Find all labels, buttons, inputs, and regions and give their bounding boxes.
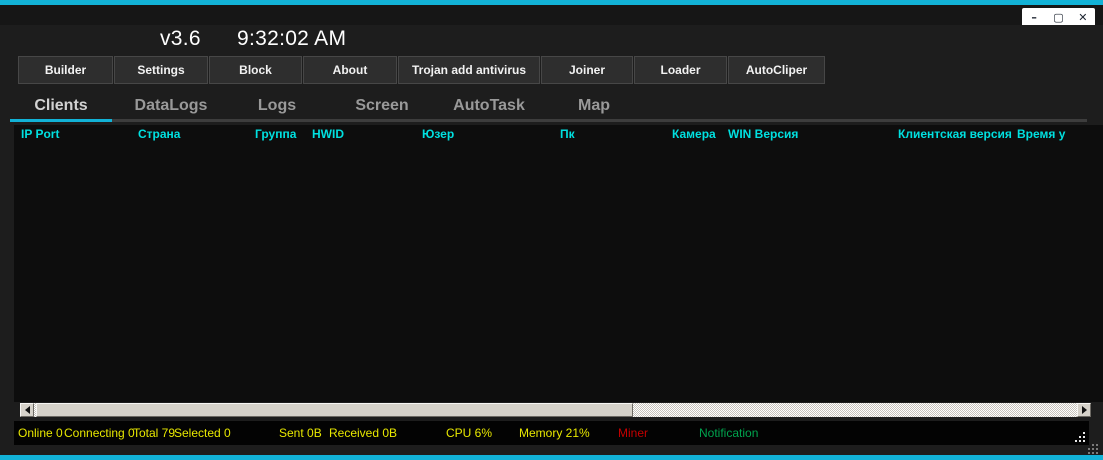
tab-logs[interactable]: Logs [230,92,324,119]
app-window: – ▢ ✕ v3.6 9:32:02 AM Builder Settings B… [0,0,1103,460]
bottom-accent-bar [0,455,1103,460]
status-miner[interactable]: Miner [618,426,648,440]
column-header-pc[interactable]: Пк [560,127,575,141]
loader-button[interactable]: Loader [634,56,727,84]
clock: 9:32:02 AM [237,27,347,50]
toolbar: Builder Settings Block About Trojan add … [18,56,825,84]
status-cpu: CPU 6% [446,426,493,440]
status-memory: Memory 21% [519,426,590,440]
clients-table: IP Port Страна Группа HWID Юзер Пк Камер… [14,125,1103,402]
builder-button[interactable]: Builder [18,56,113,84]
column-header-hwid[interactable]: HWID [312,127,344,141]
window-resize-grip-icon[interactable] [1085,442,1098,454]
status-notification[interactable]: Notification [699,426,758,440]
table-body-empty[interactable] [14,143,1103,402]
tab-autotask[interactable]: AutoTask [440,92,538,119]
block-button[interactable]: Block [209,56,302,84]
tab-bar: Clients DataLogs Logs Screen AutoTask Ma… [10,92,1087,122]
column-header-user[interactable]: Юзер [422,127,454,141]
joiner-button[interactable]: Joiner [541,56,633,84]
tab-datalogs[interactable]: DataLogs [112,92,230,119]
trojan-add-antivirus-button[interactable]: Trojan add antivirus [398,56,540,84]
column-header-uptime[interactable]: Время у [1017,127,1065,141]
tab-clients[interactable]: Clients [10,92,112,122]
status-received: Received 0B [329,426,398,440]
horizontal-scrollbar[interactable] [20,403,1091,417]
status-sent: Sent 0B [279,426,322,440]
resize-grip-icon[interactable] [1071,428,1085,442]
settings-button[interactable]: Settings [114,56,208,84]
status-connecting: Connecting 0 [64,426,135,440]
status-online: Online 0 [18,426,63,440]
table-header-row: IP Port Страна Группа HWID Юзер Пк Камер… [14,125,1103,143]
status-bar: Online 0 Connecting 0 Total 79 Selected … [14,421,1089,445]
status-selected: Selected 0 [174,426,231,440]
scroll-right-button[interactable] [1077,403,1091,417]
about-button[interactable]: About [303,56,397,84]
column-header-country[interactable]: Страна [138,127,180,141]
scrollbar-thumb[interactable] [36,403,633,417]
column-header-ip-port[interactable]: IP Port [21,127,59,141]
column-header-camera[interactable]: Камера [672,127,716,141]
scroll-right-arrow-icon [1081,406,1087,414]
scroll-left-button[interactable] [20,403,34,417]
app-version: v3.6 [160,27,201,50]
column-header-client-version[interactable]: Клиентская версия [898,127,1012,141]
scroll-left-arrow-icon [24,406,30,414]
status-total: Total 79 [133,426,176,440]
titlebar-strip[interactable]: – ▢ ✕ [0,5,1103,28]
titlebar: v3.6 9:32:02 AM [0,25,1103,54]
tab-map[interactable]: Map [538,92,650,119]
tab-screen[interactable]: Screen [324,92,440,119]
autocliper-button[interactable]: AutoCliper [728,56,825,84]
column-header-win-version[interactable]: WIN Версия [728,127,798,141]
column-header-group[interactable]: Группа [255,127,296,141]
